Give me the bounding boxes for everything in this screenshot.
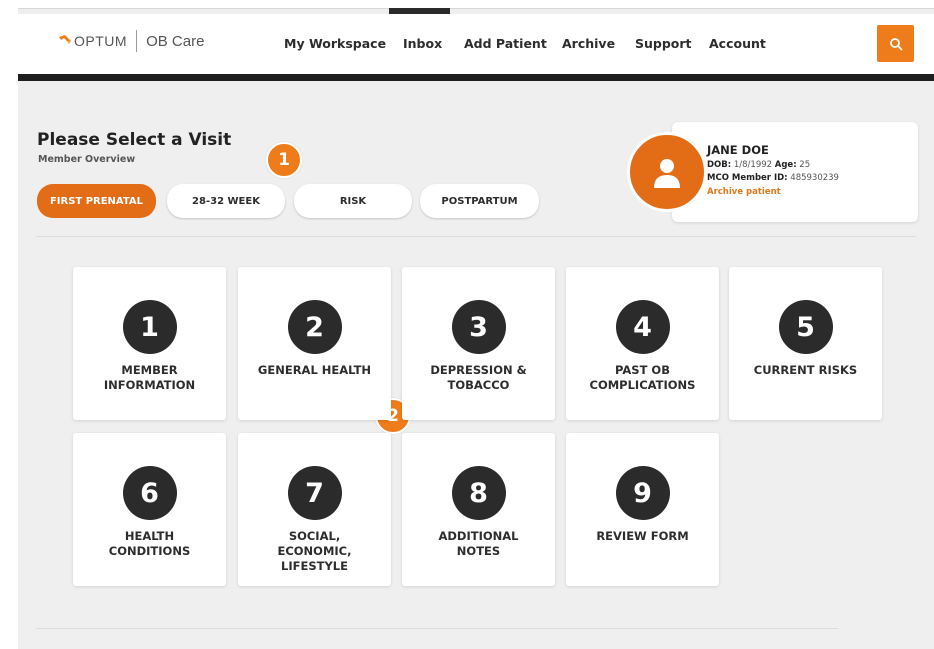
step-number: 9 bbox=[615, 466, 670, 520]
section-label: SOCIAL, ECONOMIC, LIFESTYLE bbox=[277, 529, 352, 573]
section-label: GENERAL HEALTH bbox=[257, 363, 372, 377]
age-label: Age: bbox=[774, 160, 797, 170]
search-button[interactable] bbox=[877, 25, 914, 62]
step-number: 2 bbox=[287, 300, 342, 354]
section-card-past-ob-complications[interactable]: 4 PAST OB COMPLICATIONS bbox=[566, 267, 719, 420]
tab-postpartum[interactable]: POSTPARTUM bbox=[420, 184, 539, 218]
step-number: 7 bbox=[287, 466, 342, 520]
section-card-depression-tobacco[interactable]: 3 DEPRESSION & TOBACCO bbox=[402, 267, 555, 420]
dob-label: DOB: bbox=[707, 160, 732, 170]
step-number: 4 bbox=[615, 300, 670, 354]
nav-item-my-workspace[interactable]: My Workspace bbox=[284, 36, 386, 51]
section-label: MEMBER INFORMATION bbox=[103, 363, 196, 392]
dob-value: 1/8/1992 bbox=[733, 160, 773, 170]
section-divider bbox=[36, 236, 916, 237]
user-icon bbox=[654, 159, 680, 188]
page-title: Please Select a Visit bbox=[37, 130, 232, 150]
logo-separator bbox=[136, 30, 138, 52]
brand-name: OPTUM bbox=[74, 33, 128, 49]
section-card-current-risks[interactable]: 5 CURRENT RISKS bbox=[729, 267, 882, 420]
section-card-additional-notes[interactable]: 8 ADDITIONAL NOTES bbox=[402, 433, 555, 586]
page-subtitle: Member Overview bbox=[38, 154, 136, 165]
callout-marker: 1 bbox=[266, 142, 302, 178]
nav-item-support[interactable]: Support bbox=[635, 36, 692, 51]
step-number: 5 bbox=[778, 300, 833, 354]
section-card-member-information[interactable]: 1 MEMBER INFORMATION bbox=[73, 267, 226, 420]
section-card-social-economic-lifestyle[interactable]: 7 SOCIAL, ECONOMIC, LIFESTYLE bbox=[238, 433, 391, 586]
section-label: PAST OB COMPLICATIONS bbox=[589, 363, 696, 392]
patient-dob-age: DOB: 1/8/1992 Age: 25 bbox=[707, 160, 810, 170]
section-label: DEPRESSION & TOBACCO bbox=[430, 363, 527, 392]
step-number: 6 bbox=[122, 466, 177, 520]
nav-item-account[interactable]: Account bbox=[709, 36, 766, 51]
member-id-label: MCO Member ID: bbox=[707, 173, 788, 183]
nav-item-add-patient[interactable]: Add Patient bbox=[464, 36, 547, 51]
patient-name: JANE DOE bbox=[707, 143, 769, 157]
section-label: REVIEW FORM bbox=[596, 529, 689, 543]
tab-28-32-week[interactable]: 28-32 WEEK bbox=[167, 184, 285, 218]
section-card-health-conditions[interactable]: 6 HEALTH CONDITIONS bbox=[73, 433, 226, 586]
nav-item-inbox[interactable]: Inbox bbox=[403, 36, 442, 51]
footer-divider bbox=[36, 628, 838, 629]
tab-risk[interactable]: RISK bbox=[294, 184, 412, 218]
brand-logo[interactable]: OPTUM OB Care bbox=[59, 30, 204, 52]
age-value: 25 bbox=[799, 160, 811, 170]
search-icon bbox=[889, 37, 902, 50]
step-number: 1 bbox=[122, 300, 177, 354]
optum-mark-icon bbox=[59, 35, 71, 44]
product-name: OB Care bbox=[146, 32, 205, 50]
archive-patient-link[interactable]: Archive patient bbox=[707, 187, 781, 197]
navbar-bottom-bar bbox=[18, 74, 934, 81]
patient-card bbox=[672, 122, 918, 222]
section-card-general-health[interactable]: 2 GENERAL HEALTH bbox=[238, 267, 391, 420]
step-number: 8 bbox=[451, 466, 506, 520]
section-label: ADDITIONAL NOTES bbox=[438, 529, 519, 558]
nav-item-archive[interactable]: Archive bbox=[562, 36, 615, 51]
step-number: 3 bbox=[451, 300, 506, 354]
patient-member-id: MCO Member ID: 485930239 bbox=[707, 173, 839, 183]
section-label: HEALTH CONDITIONS bbox=[108, 529, 191, 558]
tab-first-prenatal[interactable]: FIRST PRENATAL bbox=[37, 184, 156, 218]
section-label: CURRENT RISKS bbox=[753, 363, 858, 377]
section-card-review-form[interactable]: 9 REVIEW FORM bbox=[566, 433, 719, 586]
top-border bbox=[18, 8, 934, 9]
avatar bbox=[627, 132, 707, 212]
active-nav-indicator bbox=[389, 8, 450, 14]
member-id-value: 485930239 bbox=[790, 173, 839, 183]
